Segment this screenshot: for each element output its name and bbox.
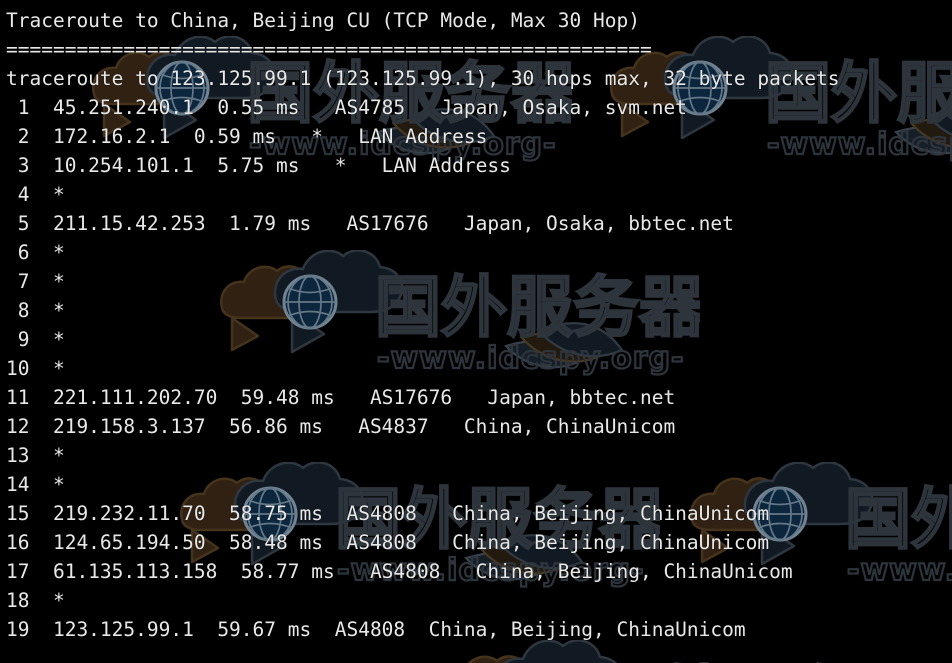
traceroute-hop-row: 8 * <box>6 299 65 322</box>
traceroute-hop-row: 17 61.135.113.158 58.77 ms AS4808 China,… <box>6 560 793 583</box>
traceroute-hop-row: 18 * <box>6 589 65 612</box>
traceroute-hop-row: 1 45.251.240.1 0.55 ms AS4785 Japan, Osa… <box>6 96 687 119</box>
watermark-url: -www.idcspy.org- <box>377 341 684 376</box>
traceroute-hop-row: 12 219.158.3.137 56.86 ms AS4837 China, … <box>6 415 676 438</box>
cloud-globe-logo: 国外服务器评测 -www.idcspy.org- <box>219 250 700 377</box>
traceroute-hop-row: 4 * <box>6 183 65 206</box>
traceroute-hop-row: 16 124.65.194.50 58.48 ms AS4808 China, … <box>6 531 770 554</box>
traceroute-hop-row: 10 * <box>6 357 65 380</box>
separator-rule: ========================================… <box>6 38 652 61</box>
traceroute-command-line: traceroute to 123.125.99.1 (123.125.99.1… <box>6 67 840 90</box>
traceroute-hop-row: 19 123.125.99.1 59.67 ms AS4808 China, B… <box>6 618 746 641</box>
watermark-url: -www.idcspy.org- <box>847 553 952 588</box>
watermark-text: 国外服务器评测 <box>595 659 920 663</box>
traceroute-hop-row: 14 * <box>6 473 65 496</box>
watermark-url: -www.idcspy.org- <box>767 127 952 162</box>
traceroute-hop-row: 6 * <box>6 241 65 264</box>
watermark-tile: 国外服务器评测 -www.idcspy.org- <box>170 250 700 382</box>
traceroute-hop-row: 11 221.111.202.70 59.48 ms AS17676 Japan… <box>6 386 676 409</box>
traceroute-output: Traceroute to China, Beijing CU (TCP Mod… <box>0 0 952 663</box>
terminal-window: 国外服务器评测 -www.idcspy.org- <box>0 0 952 663</box>
watermark-text: 国外服务器评测 <box>845 481 952 558</box>
traceroute-hop-row: 15 219.232.11.70 58.75 ms AS4808 China, … <box>6 502 770 525</box>
traceroute-hop-row: 2 172.16.2.1 0.59 ms * LAN Address <box>6 125 488 148</box>
watermark-text: 国外服务器评测 <box>375 269 700 346</box>
traceroute-hop-row: 3 10.254.101.1 5.75 ms * LAN Address <box>6 154 511 177</box>
traceroute-hop-row: 5 211.15.42.253 1.79 ms AS17676 Japan, O… <box>6 212 734 235</box>
traceroute-hop-row: 7 * <box>6 270 65 293</box>
traceroute-hop-row: 9 * <box>6 328 65 351</box>
traceroute-hop-row: 13 * <box>6 444 65 467</box>
traceroute-title: Traceroute to China, Beijing CU (TCP Mod… <box>6 9 640 32</box>
